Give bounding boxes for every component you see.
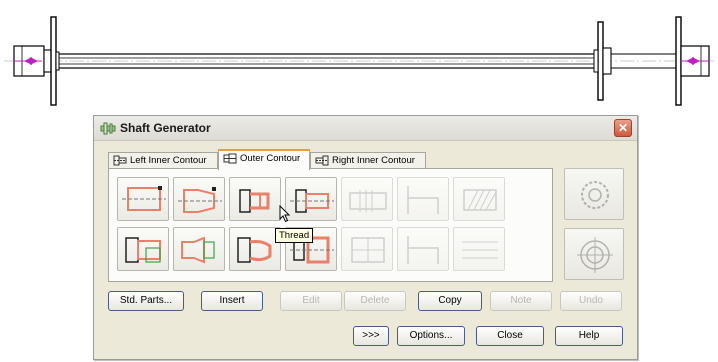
cylinder-icon (122, 186, 166, 211)
cone-icon (178, 187, 222, 213)
shoulder-feature-button[interactable] (397, 227, 449, 271)
tab-right-inner-contour[interactable]: Right Inner Contour (310, 152, 426, 169)
right-flange (675, 16, 682, 106)
outer-contour-panel (108, 168, 553, 282)
close-button[interactable]: Close (476, 326, 544, 346)
left-inner-contour-icon (113, 155, 127, 166)
spline-feature-button[interactable] (229, 227, 281, 271)
undercut-feature-button[interactable] (341, 227, 393, 271)
shaft-drawing (4, 16, 714, 106)
bearing-calc-button[interactable] (564, 228, 624, 280)
cylinder-feature-button[interactable] (117, 177, 169, 221)
gear-calc-button[interactable] (564, 168, 624, 220)
undercut-icon (351, 237, 385, 263)
left-flange (50, 16, 57, 106)
groove-icon (349, 190, 387, 212)
knurl-icon (463, 189, 497, 211)
mouse-cursor-icon (279, 205, 291, 223)
copy-button[interactable]: Copy (418, 291, 482, 311)
keyway-feature-button[interactable] (117, 227, 169, 271)
step-icon (407, 186, 439, 214)
tab-outer-contour[interactable]: Outer Contour (218, 149, 310, 170)
shoulder-icon (407, 236, 439, 264)
tab-label: Right Inner Contour (332, 155, 415, 166)
step-feature-button[interactable] (397, 177, 449, 221)
bearing-icon (577, 237, 613, 273)
gear-icon (581, 181, 609, 209)
close-icon[interactable]: ✕ (614, 119, 632, 137)
thread-tooltip: Thread (275, 228, 314, 243)
thread-icon (239, 189, 270, 213)
chamfer-icon (290, 189, 334, 213)
hatch-feature-button[interactable] (453, 227, 505, 271)
std-parts-button[interactable]: Std. Parts... (108, 291, 184, 311)
insert-button[interactable]: Insert (201, 291, 263, 311)
right-inner-contour-icon (315, 155, 329, 166)
dialog-title: Shaft Generator (120, 121, 211, 135)
undo-button[interactable]: Undo (560, 291, 622, 311)
thread-feature-button[interactable] (229, 177, 281, 221)
knurl-feature-button[interactable] (453, 177, 505, 221)
keyway-icon (125, 237, 161, 263)
groove-feature-button[interactable] (341, 177, 393, 221)
shaft-generator-icon (100, 122, 116, 135)
tab-label: Left Inner Contour (130, 155, 207, 166)
edit-button[interactable]: Edit (280, 291, 342, 311)
tab-left-inner-contour[interactable]: Left Inner Contour (108, 152, 218, 169)
note-button[interactable]: Note (490, 291, 552, 311)
help-button[interactable]: Help (555, 326, 623, 346)
options-button[interactable]: Options... (397, 326, 465, 346)
profile-feature-button[interactable] (173, 227, 225, 271)
chamfer-feature-button[interactable] (285, 177, 337, 221)
right-collar (597, 21, 604, 101)
cone-feature-button[interactable] (173, 177, 225, 221)
outer-contour-icon (223, 153, 237, 164)
hatch-icon (462, 241, 498, 259)
tab-label: Outer Contour (240, 153, 301, 164)
profile-icon (181, 236, 215, 264)
shaft-generator-dialog: Shaft Generator ✕ Left Inner Contour Out… (93, 115, 638, 360)
delete-button[interactable]: Delete (344, 291, 406, 311)
dialog-titlebar[interactable]: Shaft Generator ✕ (94, 116, 637, 141)
more-options-button[interactable]: >>> (353, 326, 389, 346)
